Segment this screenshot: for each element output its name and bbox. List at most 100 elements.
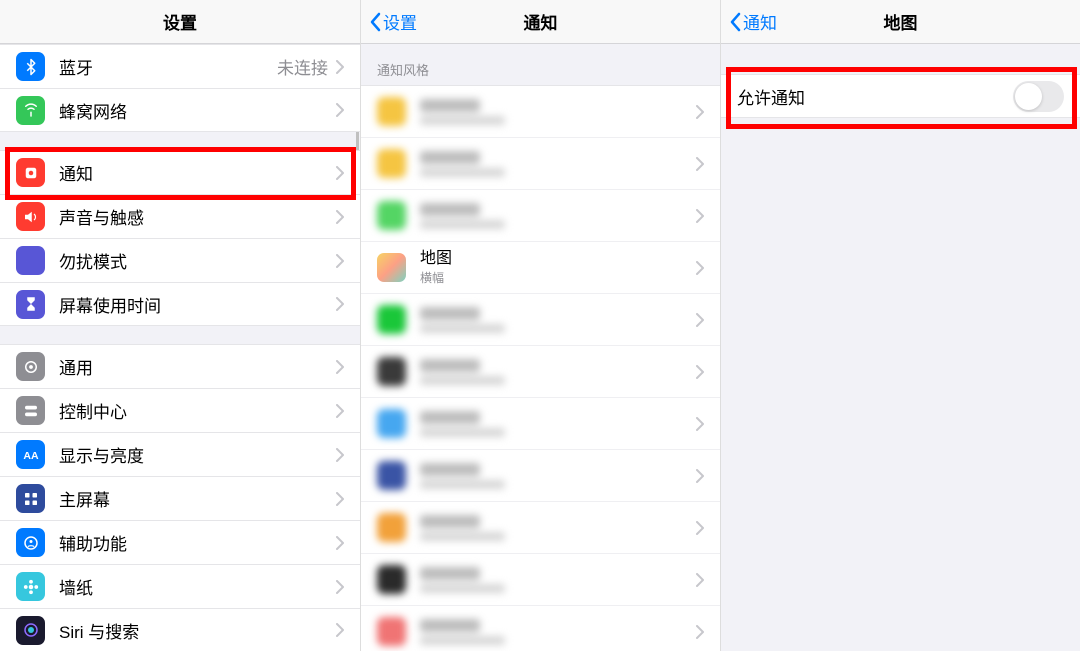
allow-notifications-label: 允许通知: [737, 84, 1013, 109]
notifications-panel: 设置 通知 通知风格 地图横幅: [360, 0, 720, 651]
maps-app-icon: [377, 253, 406, 282]
chevron-right-icon: [696, 365, 704, 379]
navbar: 通知 地图: [721, 0, 1080, 44]
bluetooth-icon: [16, 52, 45, 81]
app-icon-blurred: [377, 461, 406, 490]
person-icon: [16, 528, 45, 557]
row-label: 控制中心: [59, 398, 336, 423]
settings-list[interactable]: 蓝牙未连接蜂窝网络通知声音与触感勿扰模式屏幕使用时间通用控制中心 AA 显示与亮度主…: [0, 44, 360, 651]
app-row-blurred[interactable]: [361, 345, 720, 397]
row-label: 勿扰模式: [59, 248, 336, 273]
app-text-blurred: [420, 411, 505, 437]
nav-title: 地图: [884, 9, 918, 34]
row-general[interactable]: 通用: [0, 344, 360, 388]
siri-icon: [16, 616, 45, 645]
app-row-blurred[interactable]: [361, 501, 720, 553]
app-row-blurred[interactable]: [361, 293, 720, 345]
notification-style-list[interactable]: 通知风格 地图横幅: [361, 44, 720, 651]
chevron-left-icon: [369, 12, 381, 32]
chevron-right-icon: [336, 254, 344, 268]
row-value: 未连接: [277, 54, 328, 79]
row-label: 通用: [59, 354, 336, 379]
app-row-blurred[interactable]: [361, 189, 720, 241]
app-icon-blurred: [377, 305, 406, 334]
row-dnd[interactable]: 勿扰模式: [0, 238, 360, 282]
nav-back-label: 通知: [743, 9, 777, 34]
app-text-blurred: [420, 619, 505, 645]
nav-back-button[interactable]: 通知: [729, 9, 777, 34]
chevron-right-icon: [336, 623, 344, 637]
grid-icon: [16, 484, 45, 513]
flower-icon: [16, 572, 45, 601]
nav-title: 设置: [163, 9, 197, 34]
row-controlcenter[interactable]: 控制中心: [0, 388, 360, 432]
chevron-right-icon: [336, 297, 344, 311]
app-row-blurred[interactable]: [361, 85, 720, 137]
row-label: 蓝牙: [59, 54, 277, 79]
row-siri[interactable]: Siri 与搜索: [0, 608, 360, 651]
allow-notifications-toggle[interactable]: [1013, 81, 1064, 112]
row-sounds[interactable]: 声音与触感: [0, 194, 360, 238]
chevron-right-icon: [336, 166, 344, 180]
app-icon-blurred: [377, 201, 406, 230]
app-text-blurred: [420, 359, 505, 385]
chevron-right-icon: [696, 625, 704, 639]
antenna-icon: [16, 96, 45, 125]
chevron-right-icon: [696, 105, 704, 119]
chevron-right-icon: [336, 210, 344, 224]
app-icon-blurred: [377, 513, 406, 542]
app-text-blurred: [420, 99, 505, 125]
row-wallpaper[interactable]: 墙纸: [0, 564, 360, 608]
row-label: 蜂窝网络: [59, 98, 336, 123]
row-label: Siri 与搜索: [59, 618, 336, 643]
app-row-blurred[interactable]: [361, 137, 720, 189]
row-bluetooth[interactable]: 蓝牙未连接: [0, 44, 360, 88]
toggle-knob: [1015, 83, 1042, 110]
app-row-blurred[interactable]: [361, 449, 720, 501]
row-notifications[interactable]: 通知: [0, 150, 360, 194]
app-icon-blurred: [377, 409, 406, 438]
row-label: 通知: [59, 160, 336, 185]
nav-back-button[interactable]: 设置: [369, 9, 417, 34]
app-row-maps[interactable]: 地图横幅: [361, 241, 720, 293]
app-row-blurred[interactable]: [361, 397, 720, 449]
row-homescreen[interactable]: 主屏幕: [0, 476, 360, 520]
section-header: 通知风格: [361, 44, 720, 85]
app-row-blurred[interactable]: [361, 605, 720, 651]
app-icon-blurred: [377, 97, 406, 126]
app-text-blurred: [420, 463, 505, 489]
row-cellular[interactable]: 蜂窝网络: [0, 88, 360, 132]
row-screentime[interactable]: 屏幕使用时间: [0, 282, 360, 326]
chevron-right-icon: [696, 417, 704, 431]
app-text-blurred: [420, 515, 505, 541]
gear-icon: [16, 352, 45, 381]
row-label: 主屏幕: [59, 486, 336, 511]
chevron-right-icon: [336, 360, 344, 374]
nav-back-label: 设置: [383, 9, 417, 34]
row-label: 显示与亮度: [59, 442, 336, 467]
moon-icon: [16, 246, 45, 275]
chevron-right-icon: [336, 492, 344, 506]
chevron-right-icon: [696, 261, 704, 275]
row-accessibility[interactable]: 辅助功能: [0, 520, 360, 564]
row-display[interactable]: AA 显示与亮度: [0, 432, 360, 476]
chevron-right-icon: [336, 60, 344, 74]
app-notification-panel: 通知 地图 允许通知: [720, 0, 1080, 651]
bell-icon: [16, 158, 45, 187]
switches-icon: [16, 396, 45, 425]
chevron-right-icon: [336, 580, 344, 594]
chevron-right-icon: [336, 536, 344, 550]
app-text-blurred: [420, 203, 505, 229]
app-text: 地图横幅: [420, 249, 452, 285]
app-icon-blurred: [377, 617, 406, 646]
app-row-blurred[interactable]: [361, 553, 720, 605]
chevron-right-icon: [696, 521, 704, 535]
app-text-blurred: [420, 151, 505, 177]
aa-icon: AA: [16, 440, 45, 469]
navbar: 设置 通知: [361, 0, 720, 44]
row-label: 墙纸: [59, 574, 336, 599]
chevron-right-icon: [696, 313, 704, 327]
navbar: 设置: [0, 0, 360, 44]
app-icon-blurred: [377, 565, 406, 594]
app-icon-blurred: [377, 357, 406, 386]
